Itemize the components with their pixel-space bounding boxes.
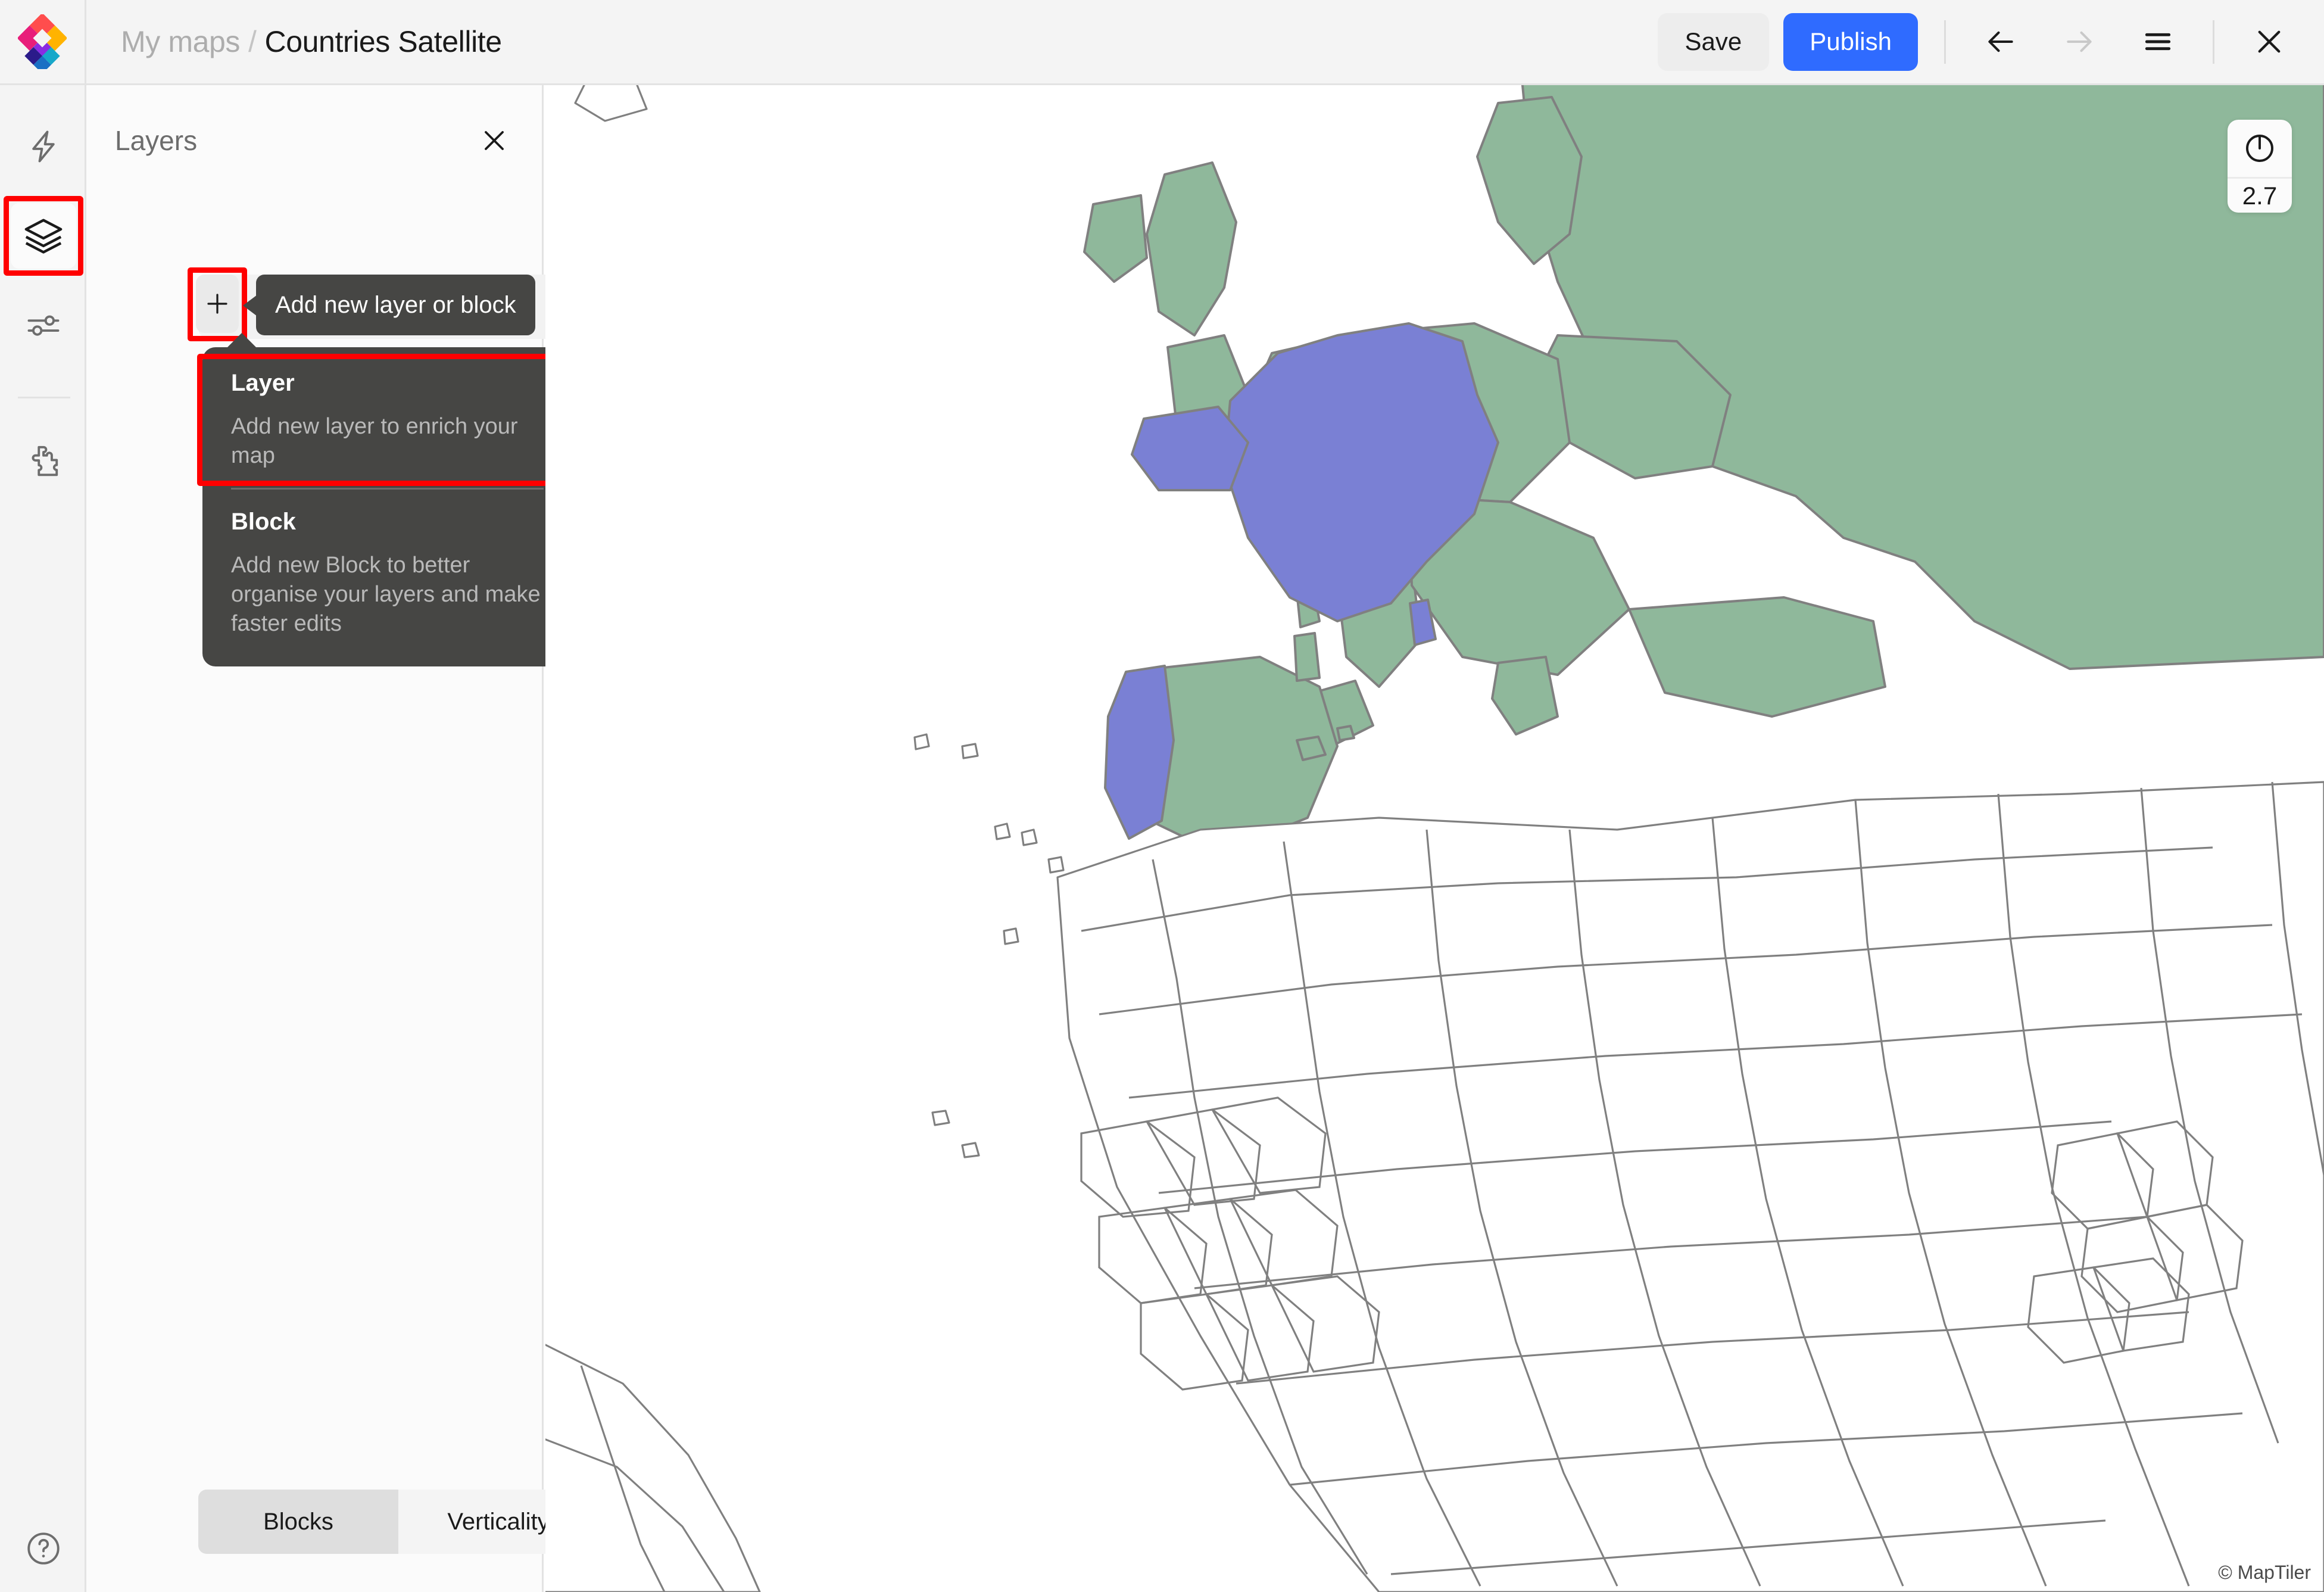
breadcrumb-separator: / xyxy=(248,24,257,59)
header-actions: Save Publish xyxy=(1658,0,2324,85)
zoom-level-value: 2.7 xyxy=(2242,179,2277,213)
map-zoom-control[interactable]: 2.7 xyxy=(2228,120,2292,213)
close-layers-panel-button[interactable] xyxy=(475,121,513,160)
header-divider-1 xyxy=(1944,20,1946,64)
app-header: My maps / Countries Satellite Save Publi… xyxy=(0,0,2324,85)
main-menu-button[interactable] xyxy=(2129,13,2186,70)
sliders-icon xyxy=(25,307,62,344)
map-attribution[interactable]: © MapTiler xyxy=(2218,1562,2311,1584)
help-button[interactable] xyxy=(24,1529,63,1568)
sidebar-item-adjustments[interactable] xyxy=(11,292,76,358)
layers-panel-title: Layers xyxy=(115,124,197,157)
header-divider-2 xyxy=(2213,20,2214,64)
arrow-left-icon xyxy=(1984,25,2017,58)
breadcrumb-root[interactable]: My maps xyxy=(121,24,240,59)
compass-button[interactable] xyxy=(2228,120,2292,177)
page-title: Countries Satellite xyxy=(265,24,502,59)
save-button[interactable]: Save xyxy=(1658,13,1770,71)
back-button[interactable] xyxy=(1972,13,2029,70)
add-layer-or-block-button[interactable] xyxy=(196,275,239,333)
menu-item-block-title: Block xyxy=(231,509,544,535)
compass-needle-icon xyxy=(2243,132,2276,165)
close-editor-button[interactable] xyxy=(2241,13,2298,70)
map-canvas[interactable]: .g { fill:#8fb89b; stroke:#808080; strok… xyxy=(545,85,2324,1592)
menu-item-layer-title: Layer xyxy=(231,370,544,397)
layers-icon xyxy=(23,215,64,257)
plus-icon xyxy=(203,289,232,318)
breadcrumb: My maps / Countries Satellite xyxy=(121,24,502,59)
layers-panel: Layers Add new layer or block L xyxy=(86,85,544,1592)
close-icon xyxy=(2251,24,2287,60)
lightning-bolt-icon xyxy=(25,128,62,165)
left-toolbar xyxy=(0,85,86,1592)
map-vector-render: .g { fill:#8fb89b; stroke:#808080; strok… xyxy=(545,85,2324,1592)
forward-button[interactable] xyxy=(2051,13,2108,70)
close-icon xyxy=(479,125,510,156)
add-button-tooltip: Add new layer or block xyxy=(256,275,535,335)
sidebar-item-quick-actions[interactable] xyxy=(11,114,76,179)
sidebar-item-plugins[interactable] xyxy=(11,428,76,493)
hamburger-menu-icon xyxy=(2141,25,2175,58)
menu-item-block-description: Add new Block to better organise your la… xyxy=(231,551,544,638)
puzzle-piece-icon xyxy=(25,442,62,479)
arrow-right-icon xyxy=(2063,25,2096,58)
sidebar-item-layers[interactable] xyxy=(11,203,76,269)
panel-view-segmented-control: Blocks Verticality xyxy=(198,1490,598,1554)
menu-item-block[interactable]: Block Add new Block to better organise y… xyxy=(202,490,572,656)
menu-item-layer[interactable]: Layer Add new layer to enrich your map xyxy=(202,351,572,488)
toolbar-divider xyxy=(18,397,70,398)
add-menu-dropdown: Layer Add new layer to enrich your map B… xyxy=(202,347,572,666)
app-logo[interactable] xyxy=(0,0,86,85)
publish-button[interactable]: Publish xyxy=(1783,13,1918,71)
maptiler-editor-window: My maps / Countries Satellite Save Publi… xyxy=(0,0,2324,1592)
menu-item-layer-description: Add new layer to enrich your map xyxy=(231,412,544,470)
help-circle-icon xyxy=(24,1529,63,1568)
layers-panel-header: Layers xyxy=(115,115,513,166)
tab-blocks[interactable]: Blocks xyxy=(198,1490,398,1554)
maptiler-diamond-logo-icon xyxy=(18,14,67,69)
